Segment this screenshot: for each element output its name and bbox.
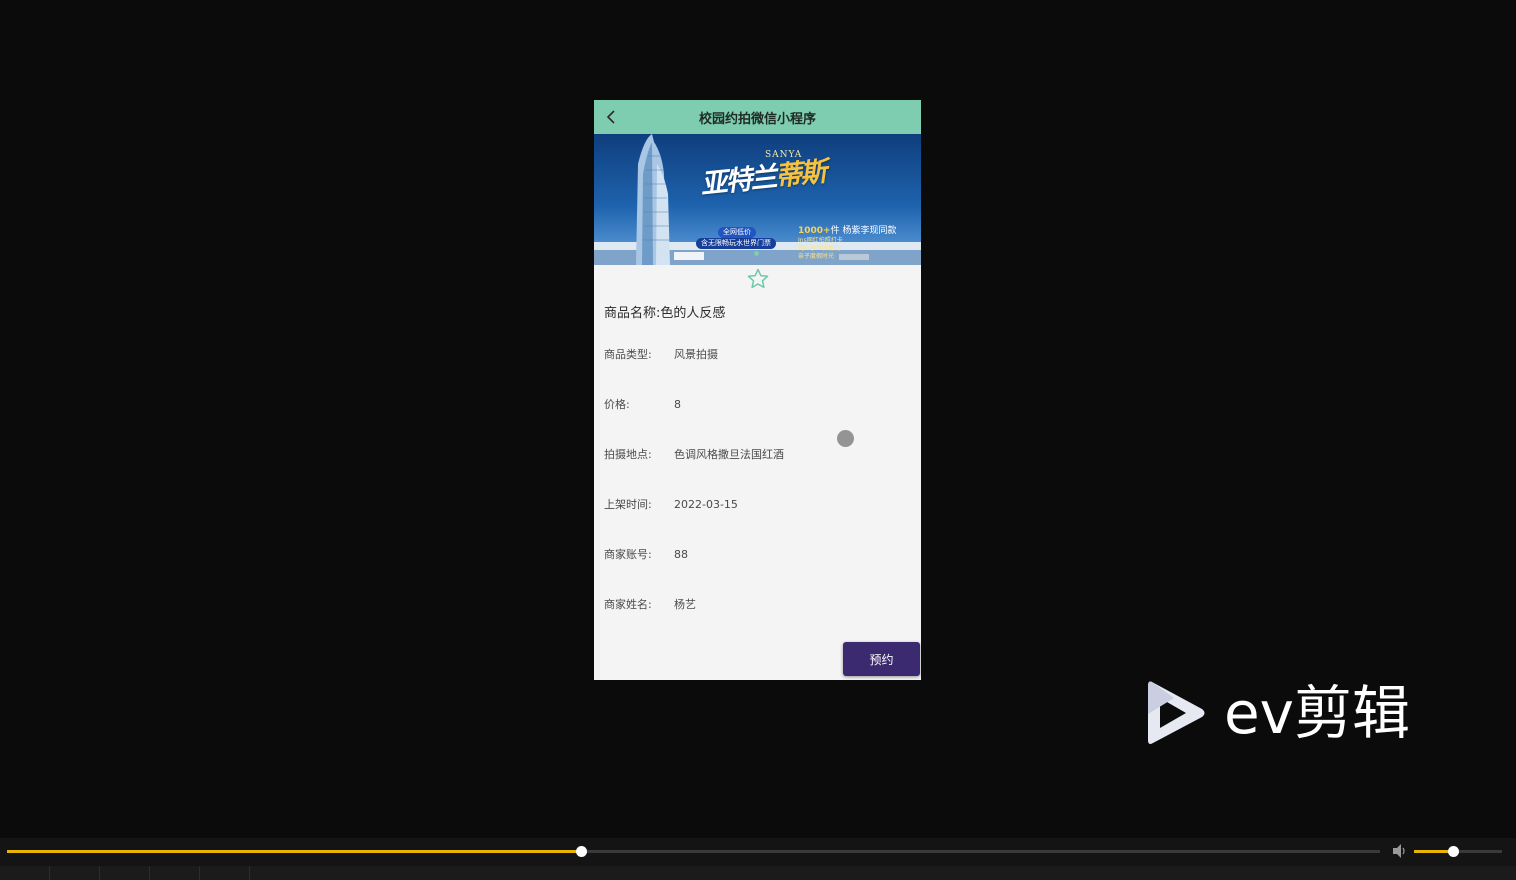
detail-label: 商品类型: xyxy=(604,348,652,361)
detail-row: 商家姓名: 杨艺 xyxy=(594,579,921,629)
banner-pill-low-price: 全网低价 xyxy=(718,227,756,238)
detail-row: 价格: 8 xyxy=(594,379,921,429)
volume-handle[interactable] xyxy=(1447,846,1459,857)
toolbar-segment[interactable] xyxy=(100,866,150,880)
banner-carousel[interactable]: SANYA 亚特兰蒂斯 全网低价 含无限畅玩水世界门票 1000+件 杨紫李现同… xyxy=(594,134,921,265)
detail-value: 杨艺 xyxy=(674,598,696,611)
nav-title: 校园约拍微信小程序 xyxy=(698,111,816,127)
bottom-toolbar xyxy=(0,866,1516,880)
back-arrow-icon[interactable] xyxy=(602,107,622,127)
detail-value: 8 xyxy=(674,397,681,411)
book-button[interactable]: 预约 xyxy=(843,642,920,676)
play-logo-icon xyxy=(1148,681,1205,744)
detail-row: 商家账号: 88 xyxy=(594,529,921,579)
detail-label: 拍摄地点: xyxy=(604,448,652,461)
star-outline-icon[interactable] xyxy=(746,267,770,291)
watermark-brand-text: ev剪辑 xyxy=(1224,679,1411,747)
favorite-area xyxy=(594,265,921,293)
detail-value: 风景拍摄 xyxy=(674,348,718,361)
product-name-row: 商品名称: 色的人反感 xyxy=(594,293,921,329)
player-controls xyxy=(0,838,1516,880)
detail-value: 2022-03-15 xyxy=(674,497,738,511)
seek-played xyxy=(7,850,581,853)
banner-headline-gold: 蒂斯 xyxy=(773,156,827,193)
banner-sub-line: 亲子度假时光 xyxy=(798,253,835,260)
volume-level xyxy=(1414,850,1453,853)
detail-label: 上架时间: xyxy=(604,498,652,511)
nav-bar: 校园约拍微信小程序 xyxy=(594,100,921,134)
mouse-cursor-indicator xyxy=(837,430,854,447)
detail-row: 拍摄地点: 色调风格撒旦法国红酒 xyxy=(594,429,921,479)
detail-label: 商家姓名: xyxy=(604,598,652,611)
video-player-stage: 校园约拍微信小程序 SANYA 亚特兰蒂斯 全网低价 含无限畅玩水世界门票 10… xyxy=(0,0,1516,880)
ev-watermark: ev剪辑 xyxy=(1144,678,1410,748)
seek-handle[interactable] xyxy=(575,846,587,857)
detail-label: 价格: xyxy=(604,398,630,411)
carousel-indicator-dot[interactable] xyxy=(754,251,759,256)
volume-icon[interactable] xyxy=(1391,843,1409,859)
toolbar-segment[interactable] xyxy=(50,866,100,880)
product-name-value: 色的人反感 xyxy=(660,305,726,321)
banner-pill-ticket: 含无限畅玩水世界门票 xyxy=(696,238,776,249)
detail-value: 色调风格撒旦法国红酒 xyxy=(674,448,784,461)
detail-label: 商家账号: xyxy=(604,548,652,561)
toolbar-segment[interactable] xyxy=(150,866,200,880)
product-name-label: 商品名称: xyxy=(604,305,661,321)
detail-value: 88 xyxy=(674,547,688,561)
phone-screen: 校园约拍微信小程序 SANYA 亚特兰蒂斯 全网低价 含无限畅玩水世界门票 10… xyxy=(594,100,921,680)
seek-bar[interactable] xyxy=(7,846,1380,857)
banner-headline-white: 亚特兰 xyxy=(699,161,777,201)
detail-row: 上架时间: 2022-03-15 xyxy=(594,479,921,529)
volume-slider[interactable] xyxy=(1414,846,1502,857)
toolbar-segment[interactable] xyxy=(0,866,50,880)
detail-row: 商品类型: 风景拍摄 xyxy=(594,329,921,379)
toolbar-segment[interactable] xyxy=(200,866,250,880)
